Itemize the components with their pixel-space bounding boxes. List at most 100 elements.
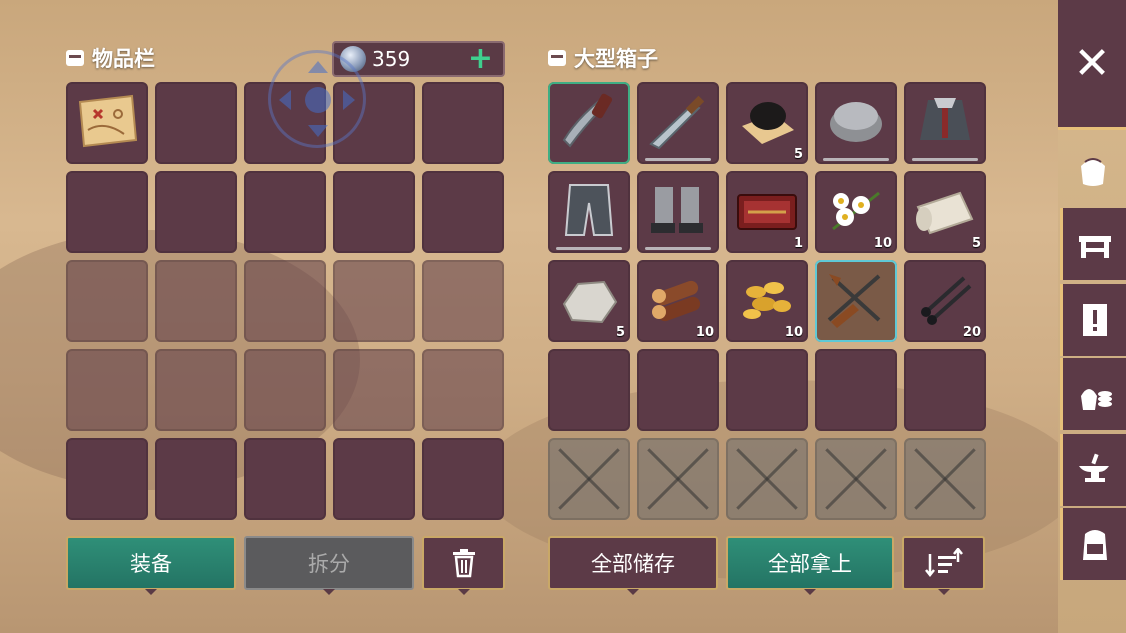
tab-resources[interactable]	[1060, 358, 1126, 430]
chest-slot[interactable]: 10	[637, 260, 719, 342]
chest-slot[interactable]: 1	[726, 171, 808, 253]
durability-bar	[645, 247, 711, 250]
chest-slot[interactable]	[637, 171, 719, 253]
item-quantity: 10	[695, 325, 714, 340]
close-button[interactable]: ✕	[1058, 0, 1126, 130]
inventory-slot[interactable]	[244, 171, 326, 253]
add-currency-button[interactable]: +	[468, 44, 493, 74]
item-quantity: 20	[962, 325, 981, 340]
chest-slot[interactable]: 5	[904, 171, 986, 253]
chest-slot[interactable]: 20	[904, 260, 986, 342]
inventory-slot[interactable]	[155, 260, 237, 342]
locked-slot	[815, 438, 897, 520]
locked-slot	[637, 438, 719, 520]
anvil-icon	[1078, 453, 1109, 482]
arrow-left-icon	[279, 90, 291, 110]
durability-bar	[556, 247, 622, 250]
chest-slot[interactable]	[815, 82, 897, 164]
split-button[interactable]: 拆分	[244, 536, 414, 595]
inventory-slot[interactable]	[422, 349, 504, 431]
chest-slot[interactable]	[904, 82, 986, 164]
quest-icon	[1082, 304, 1107, 336]
inventory-slot[interactable]	[422, 260, 504, 342]
inventory-title-text: 物品栏	[92, 47, 155, 71]
inventory-slot[interactable]	[66, 171, 148, 253]
durability-bar	[912, 158, 978, 161]
nails-item	[921, 276, 972, 325]
durability-bar	[823, 158, 889, 161]
item-quantity: 5	[971, 236, 981, 251]
tab-backpack[interactable]	[1060, 508, 1126, 580]
sort-icon	[924, 548, 963, 578]
inventory-slot[interactable]	[155, 438, 237, 520]
chest-slot[interactable]	[548, 82, 630, 164]
inventory-slot[interactable]	[244, 349, 326, 431]
inventory-slot[interactable]	[333, 349, 415, 431]
take-all-button[interactable]: 全部拿上	[726, 536, 894, 595]
fur-pants-item	[564, 184, 614, 236]
item-quantity: 1	[793, 236, 803, 251]
chest-slot[interactable]	[548, 171, 630, 253]
cloth-roll-item	[916, 191, 974, 235]
sort-button[interactable]	[902, 536, 985, 595]
inventory-slot[interactable]	[155, 349, 237, 431]
durability-bar	[645, 158, 711, 161]
tab-quests[interactable]	[1060, 284, 1126, 356]
chest-slot[interactable]	[637, 349, 719, 431]
inventory-slot[interactable]	[155, 171, 237, 253]
chest-slot[interactable]: 10	[726, 260, 808, 342]
inventory-slot[interactable]	[244, 438, 326, 520]
chest-slot[interactable]	[815, 349, 897, 431]
inventory-slot[interactable]	[333, 171, 415, 253]
inventory-grid	[66, 82, 504, 520]
chest-slot[interactable]	[726, 349, 808, 431]
arrow-right-icon	[343, 90, 355, 110]
locked-slot	[548, 438, 630, 520]
chest-slot[interactable]	[815, 260, 897, 342]
chamomile-item	[832, 191, 880, 231]
sword-item	[649, 95, 705, 150]
locked-slot	[726, 438, 808, 520]
chest-slot[interactable]: 10	[815, 171, 897, 253]
inventory-slot[interactable]	[66, 82, 148, 164]
gold-nuggets-item	[743, 282, 791, 319]
chest-slot[interactable]	[904, 349, 986, 431]
item-quantity: 5	[793, 147, 803, 162]
inventory-slot[interactable]	[155, 82, 237, 164]
inventory-slot[interactable]	[66, 349, 148, 431]
inventory-slot[interactable]	[333, 438, 415, 520]
inventory-slot[interactable]	[66, 438, 148, 520]
chest-slot[interactable]	[548, 349, 630, 431]
chest-slot[interactable]	[637, 82, 719, 164]
bag-icon	[1081, 158, 1105, 186]
inventory-slot[interactable]	[422, 171, 504, 253]
fur-boots-item	[651, 187, 703, 233]
rifle-item	[827, 274, 881, 328]
fur-hat-item	[830, 102, 882, 142]
machete-item	[562, 93, 613, 148]
inventory-slot[interactable]	[244, 260, 326, 342]
inventory-slot[interactable]	[422, 438, 504, 520]
logs-item	[652, 280, 701, 322]
chest-slot[interactable]: 5	[548, 260, 630, 342]
inventory-slot[interactable]	[66, 260, 148, 342]
joystick-control[interactable]	[268, 50, 366, 148]
item-quantity: 10	[784, 325, 803, 340]
inventory-slot[interactable]	[422, 82, 504, 164]
chest-slot[interactable]: 5	[726, 82, 808, 164]
tool-case-item	[737, 194, 797, 230]
tab-bag[interactable]	[1060, 134, 1126, 206]
equip-button[interactable]: 装备	[66, 536, 236, 595]
item-quantity: 10	[873, 236, 892, 251]
inventory-title: 物品栏	[66, 44, 155, 72]
store-all-button[interactable]: 全部储存	[548, 536, 718, 595]
tab-forge[interactable]	[1060, 434, 1126, 506]
tab-workbench[interactable]	[1060, 208, 1126, 280]
inventory-icon	[66, 50, 84, 66]
sidebar: ✕	[1058, 0, 1126, 633]
fur-pelt-item	[742, 102, 794, 144]
joystick-knob[interactable]	[305, 87, 331, 113]
resources-icon	[1080, 389, 1112, 410]
inventory-slot[interactable]	[333, 260, 415, 342]
trash-button[interactable]	[422, 536, 505, 595]
